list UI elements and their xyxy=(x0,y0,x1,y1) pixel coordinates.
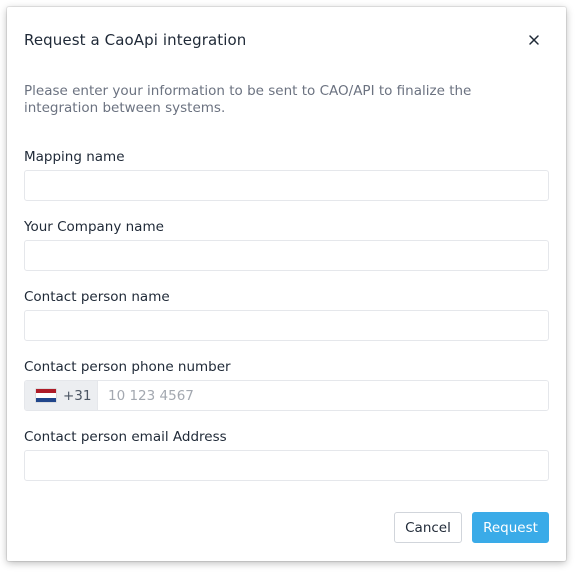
contact-email-label: Contact person email Address xyxy=(24,429,227,445)
contact-name-label: Contact person name xyxy=(24,289,170,305)
request-integration-dialog: Request a CaoApi integration Please ente… xyxy=(7,7,566,561)
cancel-button[interactable]: Cancel xyxy=(394,512,462,543)
company-name-input[interactable] xyxy=(24,240,549,271)
phone-number-input[interactable] xyxy=(98,381,548,410)
contact-phone-label: Contact person phone number xyxy=(24,359,231,375)
mapping-name-label: Mapping name xyxy=(24,149,125,165)
country-code-selector[interactable]: +31 xyxy=(25,381,98,410)
request-button[interactable]: Request xyxy=(472,512,549,543)
dial-code: +31 xyxy=(63,387,92,404)
dialog-description: Please enter your information to be sent… xyxy=(24,83,472,116)
phone-field: +31 xyxy=(24,380,549,411)
netherlands-flag-icon xyxy=(36,389,56,402)
mapping-name-input[interactable] xyxy=(24,170,549,201)
close-icon xyxy=(529,35,539,45)
company-name-label: Your Company name xyxy=(24,219,164,235)
dialog-title: Request a CaoApi integration xyxy=(24,31,247,49)
contact-name-input[interactable] xyxy=(24,310,549,341)
contact-email-input[interactable] xyxy=(24,450,549,481)
close-button[interactable] xyxy=(524,30,544,50)
